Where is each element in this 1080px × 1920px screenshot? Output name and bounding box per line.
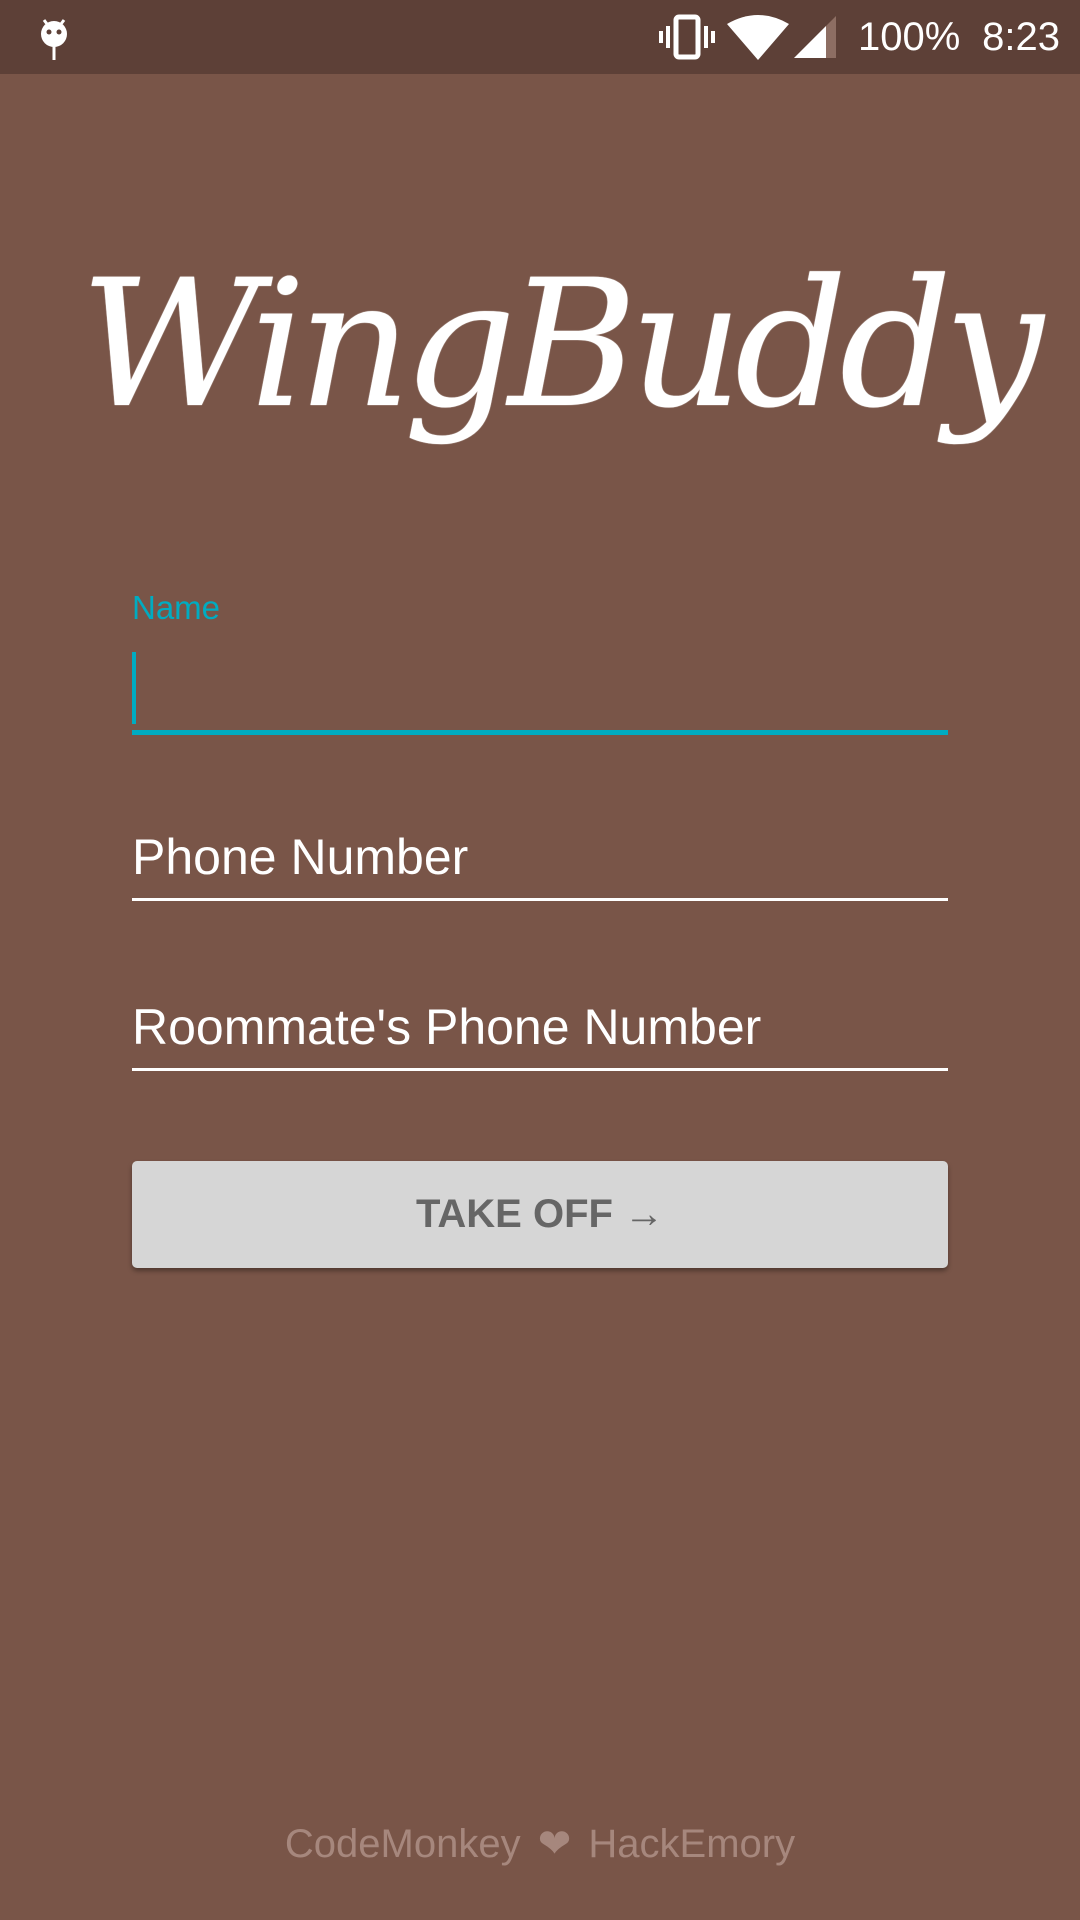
- login-screen: 100% 8:23 WingBuddy Name Phone Number Ro…: [0, 0, 1080, 1920]
- android-debug-icon: [41, 19, 67, 60]
- text-caret: [132, 652, 136, 724]
- roommate-phone-hint: Roommate's Phone Number: [132, 999, 762, 1055]
- app-logo: WingBuddy: [80, 242, 1044, 447]
- wifi-icon: [727, 15, 789, 60]
- vibrate-icon: [659, 14, 715, 60]
- cell-signal-icon: [794, 16, 836, 58]
- status-bar: 100% 8:23: [0, 0, 1080, 74]
- heart-icon: ❤: [537, 1822, 572, 1866]
- clock: 8:23: [982, 15, 1060, 59]
- name-input[interactable]: [132, 650, 948, 735]
- credits-footer: CodeMonkey ❤ HackEmory: [0, 1816, 1080, 1872]
- roommate-phone-input[interactable]: Roommate's Phone Number: [132, 986, 948, 1071]
- take-off-button[interactable]: TAKE OFF →: [132, 1161, 948, 1268]
- credit-codemonkey: CodeMonkey: [284, 1822, 521, 1866]
- battery-percentage: 100%: [858, 15, 961, 59]
- name-label: Name: [132, 589, 221, 626]
- phone-number-input[interactable]: Phone Number: [132, 816, 948, 901]
- credit-hackemory: HackEmory: [588, 1822, 796, 1866]
- phone-number-hint: Phone Number: [132, 829, 469, 885]
